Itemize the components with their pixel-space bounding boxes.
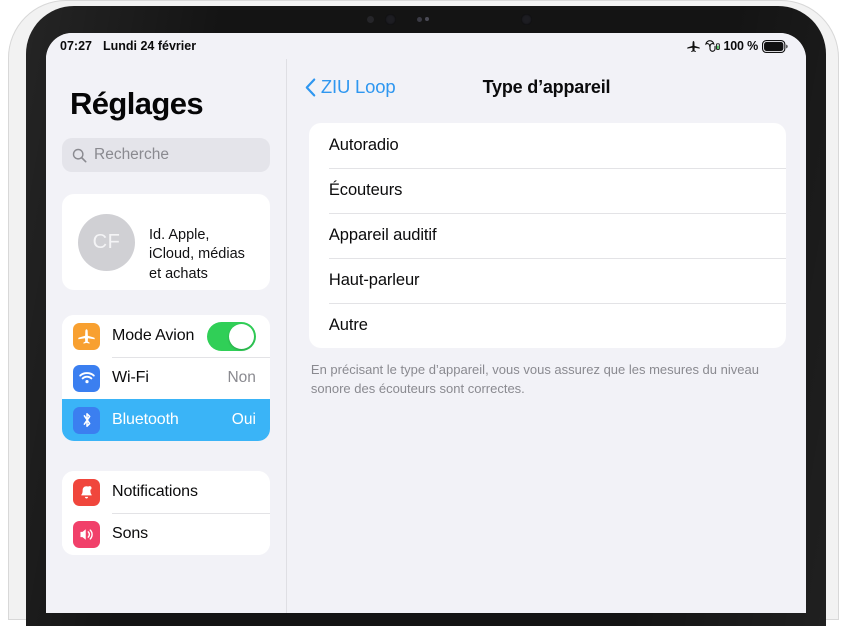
airplane-icon <box>686 40 700 52</box>
option-label: Haut-parleur <box>328 271 420 289</box>
sidebar-item-notifications[interactable]: Notifications <box>62 471 270 513</box>
sidebar-item-sounds[interactable]: Sons <box>62 513 270 555</box>
wifi-status-value: Non <box>227 369 256 386</box>
back-button-label: ZIU Loop <box>320 76 396 97</box>
option-label: Appareil auditif <box>328 226 437 244</box>
chevron-left-icon <box>305 78 316 96</box>
sensor-dot <box>417 17 422 22</box>
battery-full-icon <box>762 39 788 53</box>
list-item[interactable]: Haut-parleur <box>309 258 786 303</box>
airplane-icon <box>73 322 100 350</box>
apple-id-label: Id. Apple, iCloud, médias et achats <box>149 226 245 282</box>
status-time: 07:27 <box>60 39 92 53</box>
sidebar-item-label: Mode Avion <box>112 327 195 344</box>
ambient-light-sensor-icon <box>521 14 532 25</box>
status-bar: 07:27 Lundi 24 février 100 % <box>46 33 806 59</box>
sidebar-item-label: Wi-Fi <box>112 369 149 386</box>
navigation-bar: ZIU Loop Type d’appareil <box>287 59 806 115</box>
bluetooth-icon <box>73 406 100 434</box>
list-item[interactable]: Appareil auditif <box>309 213 786 258</box>
sidebar-item-label: Bluetooth <box>112 411 179 428</box>
page-title: Réglages <box>70 86 204 121</box>
search-input[interactable]: Recherche <box>62 138 270 172</box>
sidebar-item-wifi[interactable]: Wi-Fi Non <box>62 357 270 399</box>
search-icon <box>72 148 87 162</box>
tablet-screen: 07:27 Lundi 24 février 100 % Réglages Re… <box>46 33 806 613</box>
front-camera-icon <box>385 14 396 25</box>
list-item[interactable]: Autre <box>309 303 786 348</box>
list-item[interactable]: Autoradio <box>309 123 786 168</box>
status-date: Lundi 24 février <box>102 39 197 53</box>
detail-pane: ZIU Loop Type d’appareil Autoradio Écout… <box>286 59 806 613</box>
list-item[interactable]: Écouteurs <box>309 168 786 213</box>
sensor-dot <box>425 17 429 21</box>
bluetooth-status-value: Oui <box>231 411 256 428</box>
search-placeholder: Recherche <box>94 146 169 163</box>
sidebar-item-airplane-mode[interactable]: Mode Avion <box>62 315 270 357</box>
split-view: Réglages Recherche CF Id. Apple, iCloud,… <box>46 59 806 613</box>
option-label: Autoradio <box>328 136 399 154</box>
sidebar-item-bluetooth[interactable]: Bluetooth Oui <box>62 399 270 441</box>
option-label: Autre <box>328 316 368 334</box>
speaker-icon <box>73 520 100 548</box>
settings-group-connectivity: Mode Avion Wi-Fi Non Bluetooth Oui <box>62 315 270 441</box>
option-label: Écouteurs <box>328 181 403 199</box>
avatar: CF <box>78 213 135 271</box>
sidebar-item-label: Sons <box>112 525 149 542</box>
status-bar-right: 100 % <box>686 39 788 53</box>
bell-icon <box>73 478 100 506</box>
sensor-dot <box>367 16 374 23</box>
sidebar-item-label: Notifications <box>112 483 198 500</box>
toggle-knob <box>228 323 254 349</box>
battery-percentage: 100 % <box>723 39 759 53</box>
settings-sidebar[interactable]: Réglages Recherche CF Id. Apple, iCloud,… <box>46 59 287 613</box>
status-bar-left: 07:27 Lundi 24 février <box>60 39 196 53</box>
options-footer-text: En précisant le type d’appareil, vous vo… <box>310 362 759 396</box>
airplane-mode-toggle[interactable] <box>206 321 256 351</box>
headphones-battery-icon <box>704 39 720 52</box>
apple-id-card[interactable]: CF Id. Apple, iCloud, médias et achats <box>62 194 270 290</box>
front-camera-sensor-cluster <box>353 12 543 26</box>
wifi-icon <box>73 364 100 392</box>
back-button[interactable]: ZIU Loop <box>305 76 396 98</box>
device-type-options-card: Autoradio Écouteurs Appareil auditif Hau… <box>308 123 786 348</box>
settings-group-notifications: Notifications Sons <box>62 471 270 555</box>
device-frame: 07:27 Lundi 24 février 100 % Réglages Re… <box>8 0 839 626</box>
